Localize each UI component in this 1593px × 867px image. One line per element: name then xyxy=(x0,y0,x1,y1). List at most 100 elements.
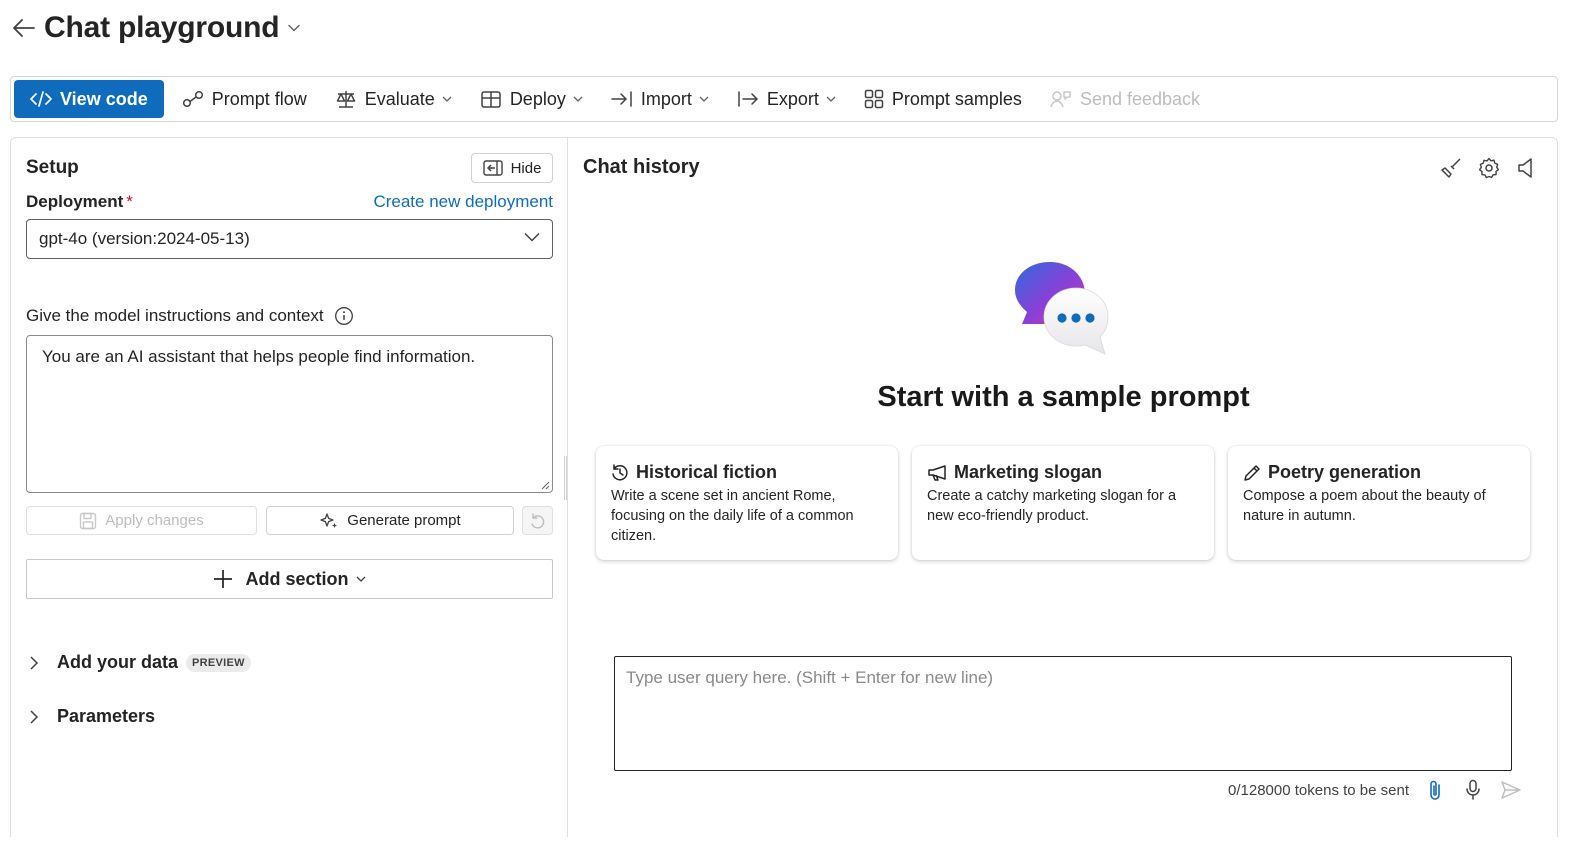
send-feedback-label: Send feedback xyxy=(1079,88,1201,109)
sample-card-title: Historical fiction xyxy=(611,462,883,483)
hide-setup-button[interactable]: Hide xyxy=(471,153,553,183)
parameters-section[interactable]: Parameters xyxy=(29,706,155,727)
export-icon xyxy=(738,91,758,107)
user-query-input[interactable]: Type user query here. (Shift + Enter for… xyxy=(614,656,1512,771)
deployment-label: Deployment * xyxy=(26,192,133,212)
chevron-down-icon xyxy=(826,96,836,102)
page-header: Chat playground xyxy=(12,8,301,48)
deploy-button[interactable]: Deploy xyxy=(466,80,597,118)
generate-prompt-button[interactable]: Generate prompt xyxy=(266,506,514,535)
add-section-button[interactable]: Add section xyxy=(26,559,553,599)
collapse-panel-icon xyxy=(482,160,503,176)
system-message-value: You are an AI assistant that helps peopl… xyxy=(42,347,476,366)
evaluate-label: Evaluate xyxy=(364,88,435,109)
chat-pane: Chat history Start with a sample prompt … xyxy=(568,138,1559,837)
title-chevron-down-icon[interactable] xyxy=(287,21,301,35)
sample-prompt-heading: Start with a sample prompt xyxy=(877,381,1250,413)
hide-label: Hide xyxy=(510,159,542,177)
add-your-data-label: Add your data xyxy=(57,652,179,672)
scales-icon xyxy=(336,91,355,108)
view-code-button[interactable]: View code xyxy=(14,80,164,118)
required-asterisk: * xyxy=(126,192,133,211)
sample-card-description: Create a catchy marketing slogan for a n… xyxy=(927,488,1177,524)
prompt-samples-button[interactable]: Prompt samples xyxy=(850,80,1036,118)
speaker-icon[interactable] xyxy=(1515,156,1539,180)
sample-card-description: Compose a poem about the beauty of natur… xyxy=(1243,488,1486,524)
page-title: Chat playground xyxy=(44,11,280,44)
chevron-down-icon xyxy=(442,96,452,102)
deployment-dropdown[interactable]: gpt-4o (version:2024-05-13) xyxy=(26,219,553,259)
sample-card-poetry-generation[interactable]: Poetry generation Compose a poem about t… xyxy=(1228,446,1530,560)
main-panel: Setup Hide Deployment * Create new deploy… xyxy=(10,137,1558,837)
save-icon xyxy=(80,512,97,529)
sample-card-title: Marketing slogan xyxy=(927,462,1199,483)
view-code-label: View code xyxy=(60,88,148,109)
microphone-icon[interactable] xyxy=(1461,778,1485,802)
setup-title: Setup xyxy=(26,157,79,178)
system-message-textarea[interactable]: You are an AI assistant that helps peopl… xyxy=(26,335,553,493)
pane-splitter-handle[interactable] xyxy=(564,456,567,500)
sample-card-title-text: Poetry generation xyxy=(1268,462,1422,482)
import-icon xyxy=(611,91,632,107)
undo-icon xyxy=(530,512,544,529)
sample-card-marketing-slogan[interactable]: Marketing slogan Create a catchy marketi… xyxy=(912,446,1214,560)
toolbar: View code Prompt flow Evaluate Deploy Im… xyxy=(10,76,1558,122)
settings-gear-icon[interactable] xyxy=(1477,156,1501,180)
info-icon[interactable] xyxy=(334,306,354,326)
prompt-samples-label: Prompt samples xyxy=(891,88,1022,109)
import-label: Import xyxy=(640,88,692,109)
add-your-data-section[interactable]: Add your data PREVIEW xyxy=(29,652,251,673)
feedback-icon xyxy=(1050,91,1071,108)
chevron-down-icon xyxy=(699,96,709,102)
chevron-down-icon xyxy=(356,576,365,582)
deployment-value: gpt-4o (version:2024-05-13) xyxy=(39,229,250,248)
preview-badge: PREVIEW xyxy=(186,653,251,672)
chevron-down-icon xyxy=(573,96,583,102)
back-arrow-icon[interactable] xyxy=(12,16,36,40)
setup-pane: Setup Hide Deployment * Create new deploy… xyxy=(11,138,568,837)
import-button[interactable]: Import xyxy=(597,80,723,118)
deploy-label: Deploy xyxy=(509,88,566,109)
sparkle-icon xyxy=(320,512,338,528)
apply-changes-button[interactable]: Apply changes xyxy=(26,506,257,535)
sample-card-title: Poetry generation xyxy=(1243,462,1515,483)
generate-prompt-label: Generate prompt xyxy=(347,512,461,529)
plus-icon xyxy=(214,570,233,588)
prompt-flow-label: Prompt flow xyxy=(211,88,307,109)
pen-icon xyxy=(1244,464,1260,481)
chevron-right-icon xyxy=(30,709,39,724)
sample-card-historical-fiction[interactable]: Historical fiction Write a scene set in … xyxy=(596,446,898,560)
evaluate-button[interactable]: Evaluate xyxy=(321,80,466,118)
send-icon[interactable] xyxy=(1499,778,1523,802)
sample-card-title-text: Marketing slogan xyxy=(954,462,1103,482)
resize-grip-icon[interactable] xyxy=(541,481,550,490)
chevron-down-icon xyxy=(524,232,540,242)
send-feedback-button[interactable]: Send feedback xyxy=(1036,80,1214,118)
flow-icon xyxy=(182,90,203,108)
megaphone-icon xyxy=(928,464,946,481)
apply-changes-label: Apply changes xyxy=(105,512,204,529)
query-footer: 0/128000 tokens to be sent xyxy=(1228,778,1523,802)
history-icon xyxy=(612,463,628,480)
attach-paperclip-icon[interactable] xyxy=(1423,778,1447,802)
code-icon xyxy=(30,91,52,107)
package-icon xyxy=(481,91,501,108)
prompt-flow-button[interactable]: Prompt flow xyxy=(168,80,321,118)
export-label: Export xyxy=(766,88,819,109)
chat-history-title: Chat history xyxy=(583,156,700,178)
undo-button[interactable] xyxy=(522,506,553,535)
export-button[interactable]: Export xyxy=(723,80,850,118)
clear-chat-broom-icon[interactable] xyxy=(1439,156,1463,180)
chat-bubbles-icon xyxy=(1015,262,1109,355)
grid-icon xyxy=(864,89,884,109)
instructions-label-text: Give the model instructions and context xyxy=(26,306,324,325)
chat-toolbar xyxy=(1425,156,1539,180)
chevron-right-icon xyxy=(30,655,39,670)
deployment-label-text: Deployment xyxy=(26,192,124,211)
create-new-deployment-link[interactable]: Create new deployment xyxy=(373,192,553,212)
parameters-label: Parameters xyxy=(57,706,156,726)
token-count: 0/128000 tokens to be sent xyxy=(1228,781,1409,799)
sample-card-title-text: Historical fiction xyxy=(636,462,778,482)
add-section-label: Add section xyxy=(245,568,349,589)
instructions-label: Give the model instructions and context xyxy=(26,306,354,326)
